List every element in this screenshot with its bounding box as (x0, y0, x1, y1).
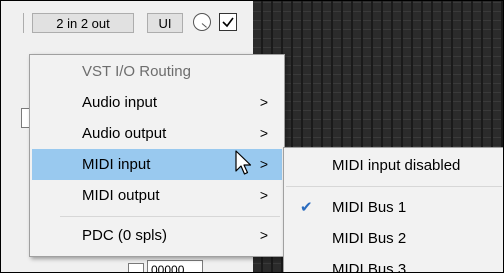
menu-item-label: VST I/O Routing (82, 63, 191, 80)
menu-separator (60, 216, 280, 217)
submenu-arrow-icon: > (259, 227, 268, 243)
menu-item-vst-io-routing: VST I/O Routing (32, 56, 282, 87)
submenu-item-midi-bus-2[interactable]: MIDI Bus 2 (286, 223, 503, 254)
submenu-item-midi-bus-1[interactable]: ✔ MIDI Bus 1 (286, 192, 503, 223)
menu-item-pdc[interactable]: PDC (0 spls) > (32, 220, 282, 251)
menu-item-label: Audio input (82, 94, 158, 111)
bypass-checkbox[interactable] (219, 13, 237, 31)
submenu-arrow-icon: > (259, 156, 268, 172)
submenu-item-label: MIDI Bus 2 (332, 230, 407, 247)
submenu-arrow-icon: > (259, 187, 268, 203)
submenu-item-label: MIDI Bus 1 (332, 199, 407, 216)
menu-item-label: MIDI output (82, 187, 160, 204)
checkmark-icon (222, 17, 234, 28)
submenu-arrow-icon: > (259, 94, 268, 110)
menu-item-midi-output[interactable]: MIDI output > (32, 180, 282, 211)
submenu-item-label: MIDI input disabled (332, 157, 461, 174)
submenu-item-midi-input-disabled[interactable]: MIDI input disabled (286, 150, 503, 181)
menu-item-label: Audio output (82, 125, 167, 142)
value-field[interactable]: 00000 (147, 260, 203, 272)
menu-item-label: PDC (0 spls) (82, 227, 168, 244)
io-routing-button[interactable]: 2 in 2 out (32, 13, 134, 33)
midi-input-submenu: MIDI input disabled ✔ MIDI Bus 1 MIDI Bu… (283, 147, 503, 273)
toolbar-edge (7, 13, 24, 33)
menu-item-label: MIDI input (82, 156, 151, 173)
submenu-item-label: MIDI Bus 3 (332, 261, 407, 273)
menu-item-audio-input[interactable]: Audio input > (32, 87, 282, 118)
small-checkbox[interactable] (128, 263, 144, 272)
checkmark-icon: ✔ (300, 199, 313, 216)
plugin-toolbar: 2 in 2 out UI (1, 1, 253, 45)
submenu-arrow-icon: > (259, 125, 268, 141)
wet-knob-icon[interactable] (193, 13, 211, 31)
submenu-separator (286, 186, 502, 187)
mouse-pointer-icon (235, 150, 252, 175)
ui-button[interactable]: UI (147, 13, 183, 33)
menu-item-audio-output[interactable]: Audio output > (32, 118, 282, 149)
submenu-item-midi-bus-3[interactable]: MIDI Bus 3 (286, 254, 503, 273)
plugin-window: 2 in 2 out UI 00000 VST I/O Routing Audi… (0, 0, 504, 273)
